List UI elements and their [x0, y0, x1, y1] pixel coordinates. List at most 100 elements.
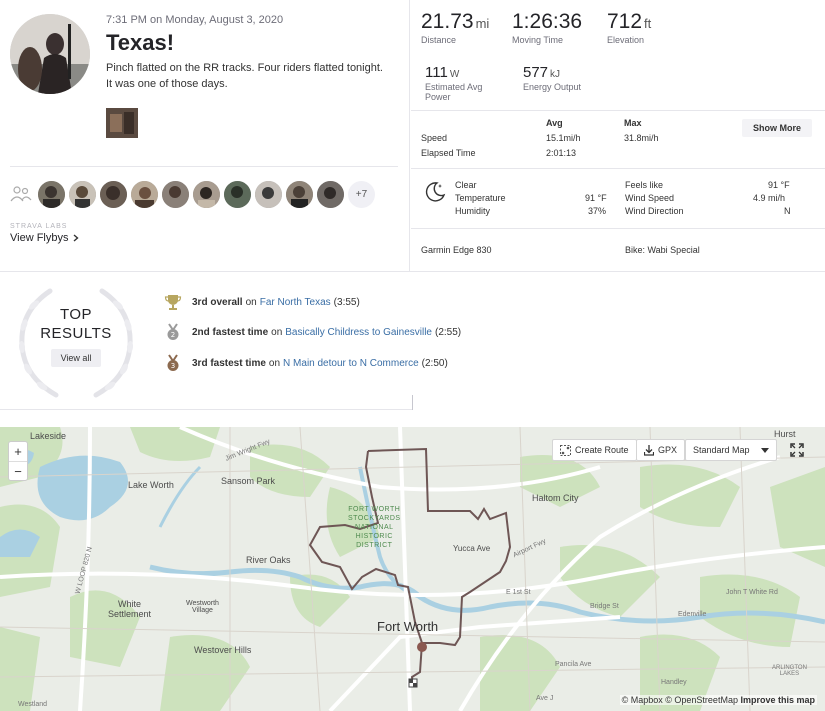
map-label-westworth: Westworth Village: [186, 600, 219, 614]
map-label: Yucca Ave: [453, 544, 491, 553]
map-label-line: FORT WORTH: [348, 506, 401, 513]
map-label-line: NATIONAL: [355, 524, 394, 531]
osm-attribution-link[interactable]: © OpenStreetMap: [665, 695, 738, 705]
expand-icon: [790, 443, 804, 457]
achievement-time: (3:55): [333, 296, 360, 308]
road-label: Ave J: [536, 695, 554, 702]
elevation-value: 712: [607, 10, 643, 33]
divider: [412, 395, 413, 410]
map-label-arlington: ARLINGTON LAKES: [772, 665, 807, 677]
view-flybys-label: View Flybys: [10, 232, 69, 244]
rider-avatar[interactable]: [69, 181, 96, 208]
rider-avatar[interactable]: [286, 181, 313, 208]
achievement-row: 2 2nd fastest time on Basically Childres…: [164, 323, 461, 341]
rider-avatar[interactable]: [38, 181, 65, 208]
group-riders-list: +7: [38, 181, 375, 208]
activity-title[interactable]: Texas!: [106, 30, 174, 56]
activity-map[interactable]: Lakeside Hurst Lake Worth Sansom Park Ha…: [0, 427, 825, 711]
device-name: Garmin Edge 830: [421, 245, 492, 255]
map-label: Lake Worth: [128, 480, 174, 490]
achievement-rank: 3rd fastest time: [192, 357, 266, 369]
achievement-rank: 3rd overall: [192, 296, 243, 308]
map-label-line: Village: [192, 607, 213, 614]
rider-avatar[interactable]: [224, 181, 251, 208]
wind-direction-value: N: [784, 206, 791, 216]
create-route-button[interactable]: Create Route: [552, 439, 637, 461]
map-label: Sansom Park: [221, 476, 276, 486]
rider-avatar[interactable]: [317, 181, 344, 208]
zoom-out-button[interactable]: −: [9, 461, 27, 480]
moon-stars-icon: [425, 182, 446, 202]
rider-avatar[interactable]: [100, 181, 127, 208]
view-all-results-button[interactable]: View all: [51, 349, 101, 367]
top-results-section: TOP RESULTS View all 3rd overall on Far …: [0, 273, 825, 409]
feels-like-value: 91 °F: [768, 180, 790, 190]
wind-direction-label: Wind Direction: [625, 206, 684, 216]
power-value: 111: [425, 64, 448, 81]
segment-link[interactable]: Far North Texas: [260, 297, 331, 308]
avg-header: Avg: [546, 118, 563, 128]
top-results-heading-line: TOP: [59, 306, 93, 323]
group-riders-icon: [10, 186, 32, 202]
map-label-line: DISTRICT: [356, 542, 393, 549]
map-label-white-settlement: White Settlement: [108, 599, 151, 619]
divider: [411, 168, 825, 169]
rider-avatar[interactable]: [255, 181, 282, 208]
top-results-heading: TOP RESULTS: [40, 305, 112, 343]
athlete-avatar[interactable]: [10, 14, 90, 94]
road-label: Edenville: [678, 611, 707, 618]
achievement-time: (2:50): [421, 357, 448, 369]
show-more-button[interactable]: Show More: [742, 119, 812, 137]
zoom-in-button[interactable]: +: [9, 442, 27, 461]
activity-photo-thumbnail[interactable]: [106, 108, 138, 138]
map-label: Lakeside: [30, 431, 67, 441]
max-header: Max: [624, 118, 642, 128]
bike-name: Bike: Wabi Special: [625, 245, 700, 255]
road-label: E 1st St: [506, 589, 531, 596]
power-label: Estimated Avg: [425, 82, 483, 92]
elapsed-time-label: Elapsed Time: [421, 148, 476, 158]
zoom-controls: + −: [8, 441, 28, 481]
map-style-label: Standard Map: [693, 445, 750, 455]
energy-unit: kJ: [550, 69, 561, 80]
moving-time-stat: 1:26:36 Moving Time: [512, 10, 582, 45]
elevation-label: Elevation: [607, 35, 645, 45]
achievement-on: on: [271, 326, 283, 338]
map-label-stockyards: FORT WORTH STOCKYARDS NATIONAL HISTORIC …: [348, 505, 401, 550]
improve-map-link[interactable]: Improve this map: [740, 695, 815, 705]
humidity-label: Humidity: [455, 206, 491, 216]
map-label: River Oaks: [246, 555, 291, 565]
achievement-row: 3rd overall on Far North Texas (3:55): [164, 293, 360, 311]
fullscreen-button[interactable]: [786, 439, 808, 461]
strava-labs-label: STRAVA LABS: [10, 223, 68, 230]
divider: [10, 166, 398, 167]
map-tiles: [0, 427, 825, 711]
moving-time-value: 1:26:36: [512, 10, 583, 33]
mapbox-attribution-link[interactable]: © Mapbox: [622, 695, 663, 705]
map-label-line: Settlement: [108, 609, 152, 619]
gpx-download-button[interactable]: GPX: [636, 439, 686, 461]
map-label-line: LAKES: [779, 671, 800, 677]
map-label-line: Westworth: [186, 600, 219, 607]
silver-medal-icon: 2: [167, 323, 179, 340]
more-riders-button[interactable]: +7: [348, 181, 375, 208]
power-label: Power: [425, 92, 451, 102]
view-flybys-link[interactable]: View Flybys: [10, 232, 80, 244]
rider-avatar[interactable]: [131, 181, 158, 208]
rider-avatar[interactable]: [193, 181, 220, 208]
road-label: John T White Rd: [726, 589, 778, 596]
energy-value: 577: [523, 64, 549, 81]
gpx-label: GPX: [658, 445, 678, 455]
rider-avatar[interactable]: [162, 181, 189, 208]
map-style-select[interactable]: Standard Map: [685, 439, 777, 461]
route-finish-marker: [408, 678, 418, 688]
divider: [0, 409, 412, 410]
temperature-value: 91 °F: [585, 193, 607, 203]
divider: [411, 110, 825, 111]
segment-link[interactable]: N Main detour to N Commerce: [283, 358, 419, 369]
activity-stats: 21.73 mi Distance 1:26:36 Moving Time 712…: [411, 0, 825, 272]
svg-text:3: 3: [171, 362, 175, 370]
distance-label: Distance: [421, 35, 457, 45]
temperature-label: Temperature: [455, 193, 506, 203]
segment-link[interactable]: Basically Childress to Gainesville: [285, 327, 432, 338]
